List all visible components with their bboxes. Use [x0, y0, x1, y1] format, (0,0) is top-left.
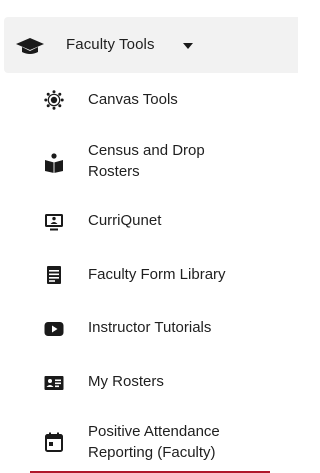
menu-item-census-drop-rosters[interactable]: Census and Drop Rosters: [0, 140, 298, 184]
screen-person-icon: [45, 214, 63, 231]
menu-item-positive-attendance-reporting[interactable]: Positive Attendance Reporting (Faculty): [0, 421, 298, 465]
menu-item-label: Census and Drop Rosters: [88, 142, 205, 180]
menu-item-label: Canvas Tools: [88, 91, 178, 108]
menu-item-my-rosters[interactable]: My Rosters: [0, 371, 298, 395]
faculty-tools-menu: Faculty Tools Canvas Tools Census and Dr…: [0, 0, 298, 473]
menu-item-label: Faculty Form Library: [88, 266, 226, 283]
faculty-tools-dropdown-toggle[interactable]: Faculty Tools: [4, 17, 298, 73]
book-person-icon: [45, 153, 63, 173]
menu-item-label: My Rosters: [88, 373, 164, 390]
form-document-icon: [47, 266, 61, 284]
menu-item-curriqunet[interactable]: CurriQunet: [0, 210, 298, 234]
menu-item-instructor-tutorials[interactable]: Instructor Tutorials: [0, 317, 298, 341]
menu-item-canvas-tools[interactable]: Canvas Tools: [0, 89, 298, 113]
canvas-icon: [44, 90, 64, 110]
video-play-icon: [44, 322, 64, 336]
menu-title: Faculty Tools: [66, 36, 155, 53]
id-card-icon: [44, 376, 64, 390]
menu-item-faculty-form-library[interactable]: Faculty Form Library: [0, 264, 298, 288]
menu-item-label: Positive Attendance Reporting (Faculty): [88, 423, 220, 461]
menu-item-label: CurriQunet: [88, 212, 162, 229]
graduation-cap-icon: [16, 38, 44, 54]
menu-item-label: Instructor Tutorials: [88, 319, 212, 336]
calendar-icon: [45, 432, 63, 452]
caret-down-icon: [183, 43, 193, 49]
